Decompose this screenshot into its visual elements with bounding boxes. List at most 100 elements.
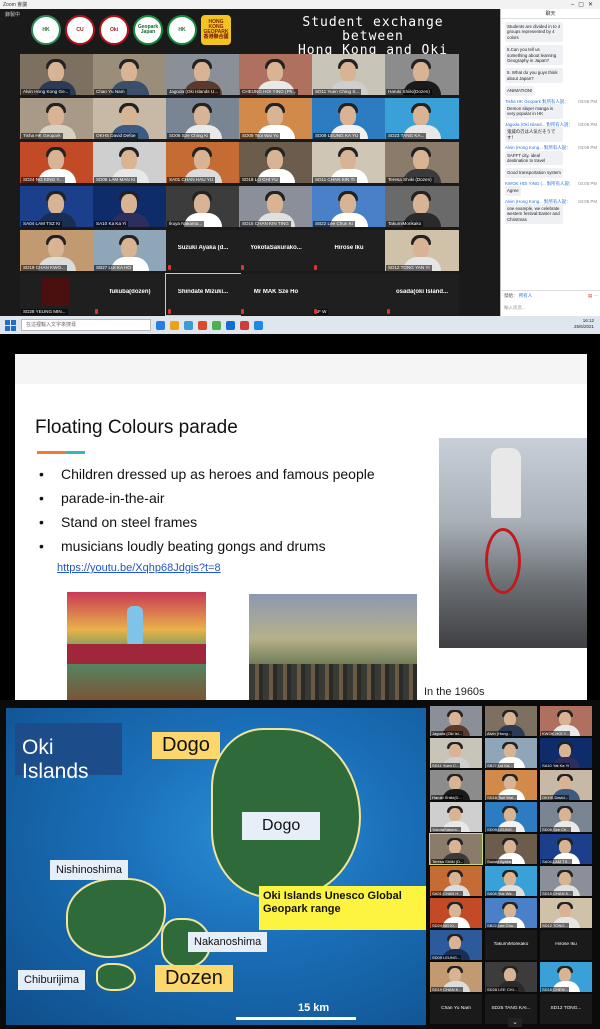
logo-cu: CU [65, 15, 95, 45]
participant-tile[interactable]: SD24 NG KING Y... [20, 142, 94, 183]
participant-tile[interactable]: SD11 Yuen C... [430, 738, 482, 768]
participant-face [559, 904, 571, 918]
participant-tile[interactable]: SD12 TONG YAN YI [385, 230, 459, 271]
bullet-item: musicians loudly beating gongs and drums [37, 534, 375, 558]
participant-tile[interactable]: TakumiMorikako [385, 186, 459, 227]
participant-face [413, 194, 429, 214]
participant-tile[interactable]: Tisha HK Geopark [20, 98, 94, 139]
taskbar-apps [151, 320, 263, 330]
participant-tile[interactable]: SA10 Ka Ka Yi [93, 186, 167, 227]
window-controls[interactable]: –▢✕ [571, 1, 597, 8]
participant-tile[interactable]: Teresa Shiiki (Dozen) [385, 142, 459, 183]
participant-tile[interactable]: Alvin Hong Kong Ge... [20, 54, 94, 95]
participant-tile[interactable]: TakumiMorikako [485, 930, 537, 960]
participant-tile[interactable]: SD11 CHAN KIN TI [312, 142, 386, 183]
participant-tile[interactable]: SD09 Tsoi Wai Yu [239, 98, 313, 139]
participant-tile[interactable]: Chan Yu Nam [430, 994, 482, 1024]
taskbar-search-input[interactable]: 在這裡輸入文字來搜尋 [21, 319, 151, 331]
participant-tile[interactable]: YokotaSakura... [430, 802, 482, 832]
label-nishinoshima: Nishinoshima [50, 860, 129, 880]
taskbar-app-icon[interactable] [184, 320, 193, 330]
participant-tile[interactable]: Hirose Iku [312, 230, 386, 271]
windows-start-icon[interactable] [3, 318, 17, 332]
participant-tile[interactable]: SD28 YEUNG MIN... [20, 274, 94, 315]
participant-tile[interactable]: SD28 LEE CHI... [485, 962, 537, 992]
participant-tile[interactable]: SA08 Yuk Wa... [485, 866, 537, 896]
participant-tile[interactable]: SA10 Yat Ka Yi [540, 738, 592, 768]
participant-tile[interactable]: Haruki Shiiki(D... [430, 770, 482, 800]
participant-tile[interactable]: OKHS David... [540, 770, 592, 800]
participant-tile[interactable]: SD08 LAM MAN KI [93, 142, 167, 183]
participant-tile[interactable]: Jagoda (Oki Islands U... [166, 54, 240, 95]
participant-tile[interactable]: SA04 LAM TS... [540, 834, 592, 864]
chat-bubble: SAFFT city, ideal destination to travel [505, 150, 563, 166]
participant-tile[interactable]: Jagoda (Oki Isl... [430, 706, 482, 736]
participant-tile[interactable]: SD18 LO CHI YU [239, 142, 313, 183]
participant-tile[interactable]: Hirose Iku [540, 930, 592, 960]
participant-tile[interactable]: Chan Yu Nam [93, 54, 167, 95]
taskbar-app-icon[interactable] [254, 320, 263, 330]
participant-face [121, 194, 137, 214]
system-tray[interactable]: 16:12 25/6/2021 [574, 318, 594, 330]
participant-tile[interactable]: SD15 CHAN KIN TING [239, 186, 313, 227]
participant-tile[interactable]: Ikuya Nakamu... [166, 186, 240, 227]
participant-tile[interactable]: SD16 CHEN... [540, 962, 592, 992]
participant-name: SD25 TANG KAI... [491, 1006, 531, 1011]
youtube-link[interactable]: https://youtu.be/Xqhp68Jdgis?t=8 [57, 562, 221, 574]
participant-tile[interactable]: SD19 CHAN K... [430, 962, 482, 992]
participant-name: Hirose Iku [555, 942, 577, 947]
participant-tile[interactable]: SB27 Lui Ka... [485, 738, 537, 768]
participant-name: osada(oki Island... [395, 289, 448, 295]
participant-tile[interactable]: SD19 CHAN KWO... [20, 230, 94, 271]
chat-message: Good transportation system [505, 168, 597, 178]
participant-tile[interactable]: CHEUNG HOI YING (Ph... [239, 54, 313, 95]
participant-tile[interactable]: SD06 Sze Ching Ki [166, 98, 240, 139]
participant-avatar [42, 278, 70, 306]
participant-tile[interactable]: fukuba(dozen) [93, 274, 167, 315]
participant-tile[interactable]: OKHS David Defoe [93, 98, 167, 139]
participant-tile[interactable]: SD23 TANG KA... [385, 98, 459, 139]
participant-tile[interactable]: Shindate Mizuki... [165, 273, 241, 316]
participant-tile[interactable]: Suzuki Ayaka (d... [166, 230, 240, 271]
participant-tile[interactable]: Suzuki Ayaka [485, 834, 537, 864]
participant-tile[interactable]: SA01 CHAN HAU YU [166, 142, 240, 183]
participant-tile[interactable]: SD11 Yuen Ching S... [312, 54, 386, 95]
taskbar-app-icon[interactable] [198, 320, 207, 330]
participant-tile[interactable]: SF W [312, 274, 386, 315]
participant-tile[interactable]: SD12 TONG... [540, 898, 592, 928]
participant-tile[interactable]: Mr MAK Sze Ho [239, 274, 313, 315]
participant-tile[interactable]: Teresa Shiiki (D... [429, 833, 483, 865]
participant-tile[interactable]: KWOK HOI Y... [540, 706, 592, 736]
participant-tile[interactable]: SB22 Lee Chu... [485, 898, 537, 928]
participant-tile[interactable]: SD09 LEUNG... [430, 930, 482, 960]
taskbar-app-icon[interactable] [212, 320, 221, 330]
participant-tile[interactable]: SD15 CHAN K... [540, 866, 592, 896]
participant-tile[interactable]: SD18 Tsoi Wai... [485, 770, 537, 800]
participant-tile[interactable]: SA01 CHAN H... [430, 866, 482, 896]
participant-tile[interactable]: SA04 LAM TSZ KI [20, 186, 94, 227]
participant-tile[interactable]: Alvin (Hong... [485, 706, 537, 736]
taskbar-app-icon[interactable] [156, 320, 165, 330]
participant-tile[interactable]: Haruki Shiiki(Dozen) [385, 54, 459, 95]
chat-input[interactable]: 輸入訊息... [504, 305, 598, 311]
participant-tile[interactable]: SD12 TONG... [540, 994, 592, 1024]
taskbar-app-icon[interactable] [240, 320, 249, 330]
chat-message-list[interactable]: Students are divided in to 4 groups repr… [505, 22, 597, 288]
file-icon[interactable]: ▤ ⋯ [588, 293, 598, 299]
participant-name: SD18 LO CHI YU [240, 177, 280, 183]
participant-tile[interactable]: SD24 NG Ki... [430, 898, 482, 928]
participant-tile[interactable]: SD09 LEUNG KA YU [312, 98, 386, 139]
participant-tile[interactable]: SB27 LUI KA HO [93, 230, 167, 271]
participant-name: SD11 Yuen Ching S... [313, 89, 362, 95]
participant-tile[interactable]: osada(oki Island... [385, 274, 459, 315]
chevron-down-icon[interactable]: ⌄ [508, 1018, 522, 1027]
taskbar-app-icon[interactable] [226, 320, 235, 330]
participant-name: SD06 Sze Ching Ki [167, 133, 211, 139]
taskbar-app-icon[interactable] [170, 320, 179, 330]
chat-recipient-select[interactable]: 所有人 [519, 293, 533, 298]
participant-tile[interactable]: SB22 Lee Chun Ki [312, 186, 386, 227]
chat-time: 03:06 PM [578, 98, 597, 104]
participant-tile[interactable]: SD06 Sze Ch... [540, 802, 592, 832]
participant-tile[interactable]: YokotaSakurako... [239, 230, 313, 271]
participant-tile[interactable]: SD09 LEUNG... [485, 802, 537, 832]
